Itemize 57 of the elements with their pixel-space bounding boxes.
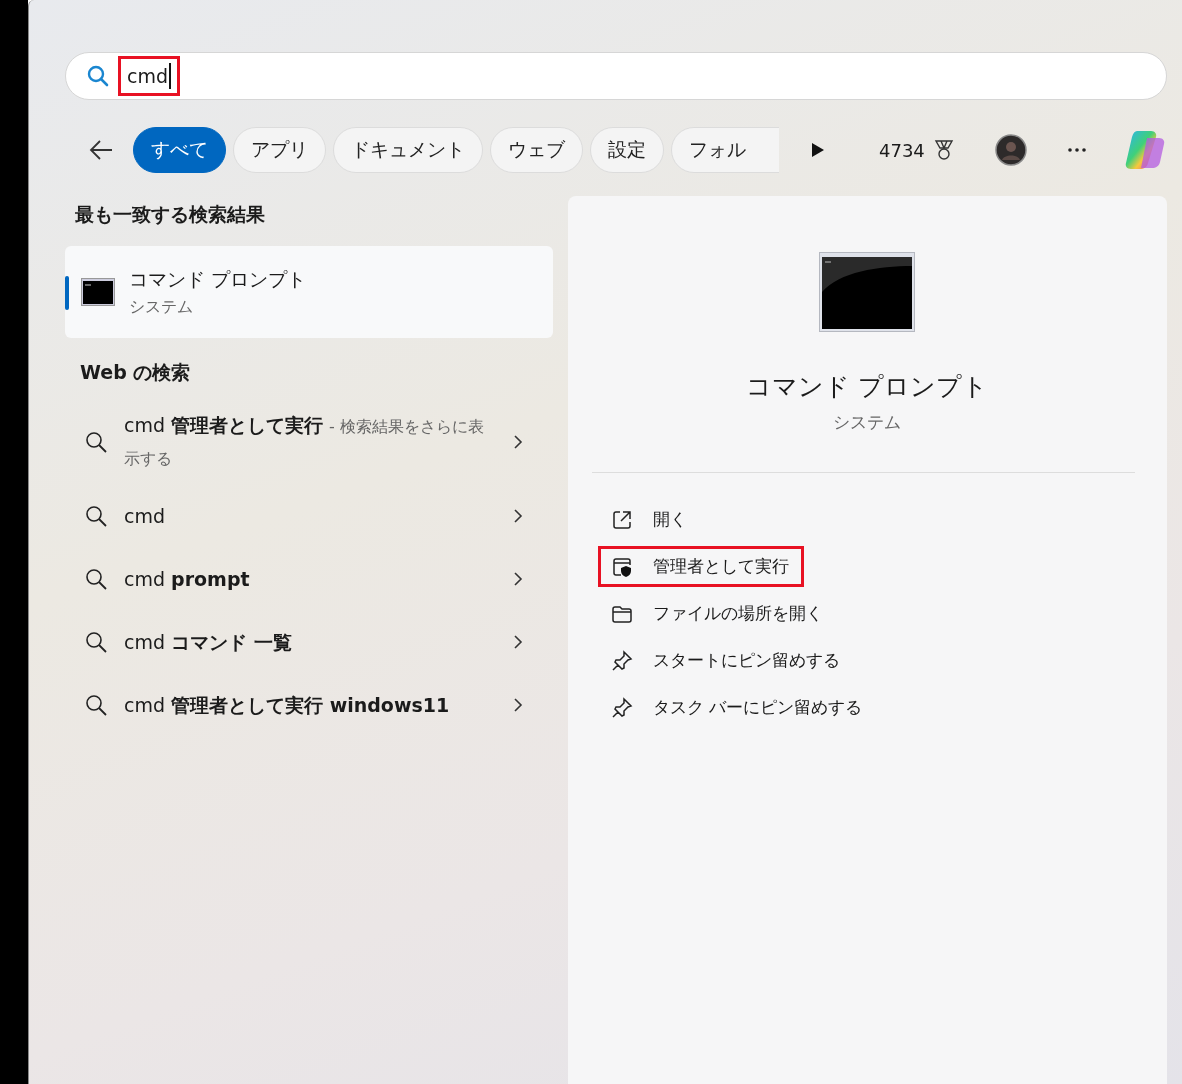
section-heading: 最も一致する検索結果 — [74, 202, 265, 227]
chevron-right-icon — [513, 570, 523, 587]
search-icon — [85, 567, 107, 590]
web-result-item[interactable]: cmd prompt — [65, 547, 553, 610]
action-item[interactable]: 管理者として実行 — [598, 546, 804, 587]
web-result-text: cmd 管理者として実行 windows11 — [124, 692, 451, 718]
avatar-icon[interactable] — [994, 134, 1027, 166]
web-result-text: cmd — [124, 503, 166, 529]
search-query: cmd — [118, 56, 180, 96]
search-icon — [85, 630, 107, 653]
action-label: 管理者として実行 — [653, 555, 789, 578]
web-result-text: cmd prompt — [124, 566, 251, 592]
action-label: タスク バーにピン留めする — [653, 696, 863, 719]
search-icon — [85, 431, 107, 453]
filter-tab[interactable]: ウェブ — [490, 127, 583, 173]
more-icon[interactable] — [1066, 147, 1087, 153]
action-item[interactable]: タスク バーにピン留めする — [598, 687, 878, 728]
search-icon — [85, 504, 107, 527]
search-field[interactable]: cmd — [65, 52, 1167, 100]
web-result-text: cmd 管理者として実行 - 検索結果をさらに表示する — [124, 413, 485, 470]
chevron-right-icon — [513, 696, 523, 713]
action-item[interactable]: 開く — [598, 499, 702, 540]
filter-tab[interactable]: アプリ — [233, 127, 326, 173]
terminal-icon — [81, 278, 115, 306]
medal-icon[interactable] — [932, 139, 955, 161]
filter-tab[interactable]: ドキュメント — [333, 127, 483, 173]
action-label: 開く — [653, 508, 687, 531]
action-label: ファイルの場所を開く — [653, 602, 823, 625]
best-match-title: コマンド プロンプト — [129, 266, 307, 292]
filter-tab[interactable]: フォル — [671, 127, 779, 173]
play-icon[interactable] — [811, 142, 825, 158]
filter-tab[interactable]: 設定 — [590, 127, 664, 173]
pin-icon — [611, 696, 633, 719]
web-result-text: cmd コマンド 一覧 — [124, 629, 293, 655]
action-item[interactable]: スタートにピン留めする — [598, 640, 855, 681]
web-result-item[interactable]: cmd 管理者として実行 windows11 — [65, 673, 553, 736]
web-result-item[interactable]: cmd コマンド 一覧 — [65, 610, 553, 673]
chevron-right-icon — [513, 507, 523, 524]
pin-icon — [611, 649, 633, 672]
best-match-item[interactable]: コマンド プロンプト システム — [65, 246, 553, 338]
section-heading: Web の検索 — [79, 360, 191, 385]
best-match-subtitle: システム — [129, 296, 193, 318]
filter-tab[interactable]: すべて — [133, 127, 226, 173]
search-icon — [86, 64, 110, 88]
terminal-icon — [819, 252, 916, 332]
web-result-item[interactable]: cmd — [65, 484, 553, 547]
app-title: コマンド プロンプト — [746, 371, 989, 403]
action-label: スタートにピン留めする — [653, 649, 840, 672]
app-subtitle: システム — [833, 411, 902, 434]
chevron-right-icon — [513, 633, 523, 650]
points-count: 4734 — [879, 139, 925, 161]
search-icon — [85, 693, 107, 716]
external-link-icon — [611, 508, 633, 531]
window-shield-icon — [611, 555, 633, 578]
web-result-item[interactable]: cmd 管理者として実行 - 検索結果をさらに表示する — [65, 400, 553, 484]
chevron-right-icon — [513, 434, 523, 450]
action-item[interactable]: ファイルの場所を開く — [598, 593, 838, 634]
